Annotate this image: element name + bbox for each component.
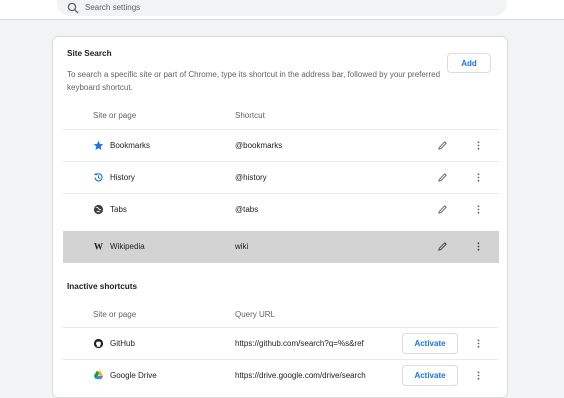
- column-header-query-url: Query URL: [235, 310, 276, 319]
- edit-icon[interactable]: [437, 140, 448, 151]
- shortcut-row-wikipedia[interactable]: W Wikipedia wiki: [63, 231, 499, 263]
- more-options-icon[interactable]: [473, 140, 484, 151]
- activate-button[interactable]: Activate: [402, 333, 458, 354]
- add-button[interactable]: Add: [447, 53, 491, 73]
- inactive-row-google-drive[interactable]: Google Drive https://drive.google.com/dr…: [63, 359, 499, 391]
- more-options-icon[interactable]: [473, 172, 484, 183]
- shortcut-row-history[interactable]: History @history: [63, 161, 499, 193]
- history-icon: [94, 172, 103, 182]
- site-search-description: To search a specific site or part of Chr…: [67, 70, 441, 92]
- more-options-icon[interactable]: [473, 338, 484, 349]
- more-options-icon[interactable]: [473, 204, 484, 215]
- site-name: Tabs: [110, 205, 127, 214]
- svg-text:W: W: [94, 242, 104, 252]
- site-search-card: Site Search To search a specific site or…: [52, 36, 508, 398]
- site-shortcut: @tabs: [235, 205, 259, 214]
- tabs-icon: [93, 204, 104, 215]
- site-search-title: Site Search: [67, 49, 112, 58]
- site-name: Wikipedia: [110, 242, 145, 251]
- site-name: Bookmarks: [110, 141, 151, 150]
- star-icon: [93, 140, 104, 150]
- site-shortcut: @history: [235, 173, 267, 182]
- settings-toolbar: [0, 0, 564, 20]
- site-shortcut: wiki: [235, 242, 249, 251]
- more-options-icon[interactable]: [473, 241, 484, 252]
- search-box[interactable]: [57, 0, 507, 16]
- edit-icon[interactable]: [437, 172, 448, 183]
- column-header-site: Site or page: [93, 310, 137, 319]
- github-icon: [93, 338, 104, 349]
- site-name: GitHub: [110, 339, 135, 348]
- inactive-shortcuts-title: Inactive shortcuts: [67, 282, 138, 291]
- site-shortcut: @bookmarks: [235, 141, 283, 150]
- wikipedia-icon: W: [94, 242, 104, 252]
- column-header-shortcut: Shortcut: [235, 111, 265, 120]
- shortcut-row-bookmarks[interactable]: Bookmarks @bookmarks: [63, 129, 499, 161]
- search-input[interactable]: [85, 0, 465, 15]
- query-url: https://github.com/search?q=%s&ref: [235, 339, 364, 348]
- edit-icon[interactable]: [437, 241, 448, 252]
- search-icon: [67, 2, 79, 14]
- edit-icon[interactable]: [437, 204, 448, 215]
- column-header-site: Site or page: [93, 111, 137, 120]
- inactive-row-github[interactable]: GitHub https://github.com/search?q=%s&re…: [63, 327, 499, 359]
- shortcut-row-tabs[interactable]: Tabs @tabs: [63, 193, 499, 225]
- site-name: History: [110, 173, 135, 182]
